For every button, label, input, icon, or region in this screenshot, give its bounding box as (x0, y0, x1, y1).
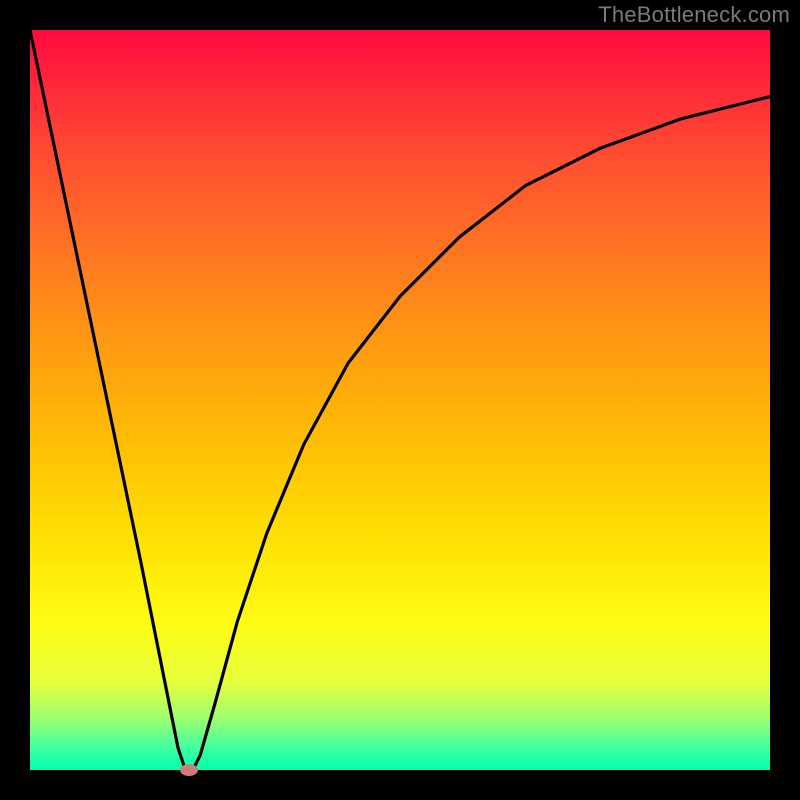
minimum-marker (180, 764, 198, 776)
chart-frame: TheBottleneck.com (0, 0, 800, 800)
brand-watermark: TheBottleneck.com (598, 2, 790, 28)
plot-area (30, 30, 770, 770)
curve-svg (30, 30, 770, 770)
curve-path (30, 30, 770, 770)
